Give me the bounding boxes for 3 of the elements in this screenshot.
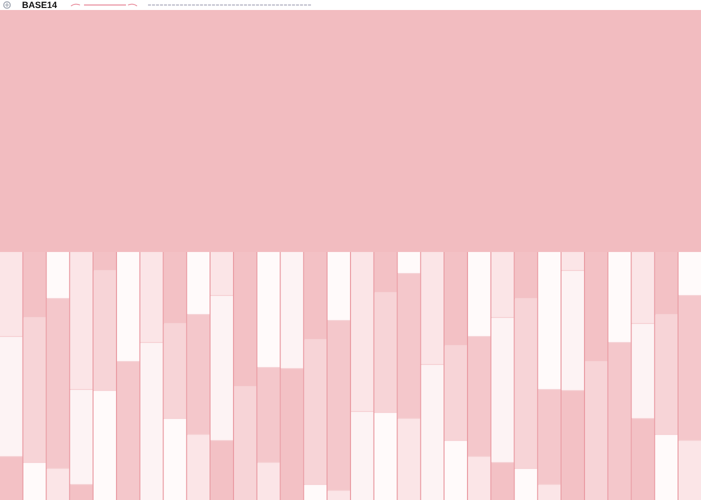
sheet-code: BASE14 (22, 0, 58, 10)
logo-drawing (70, 2, 138, 8)
badge-icon (3, 1, 11, 9)
